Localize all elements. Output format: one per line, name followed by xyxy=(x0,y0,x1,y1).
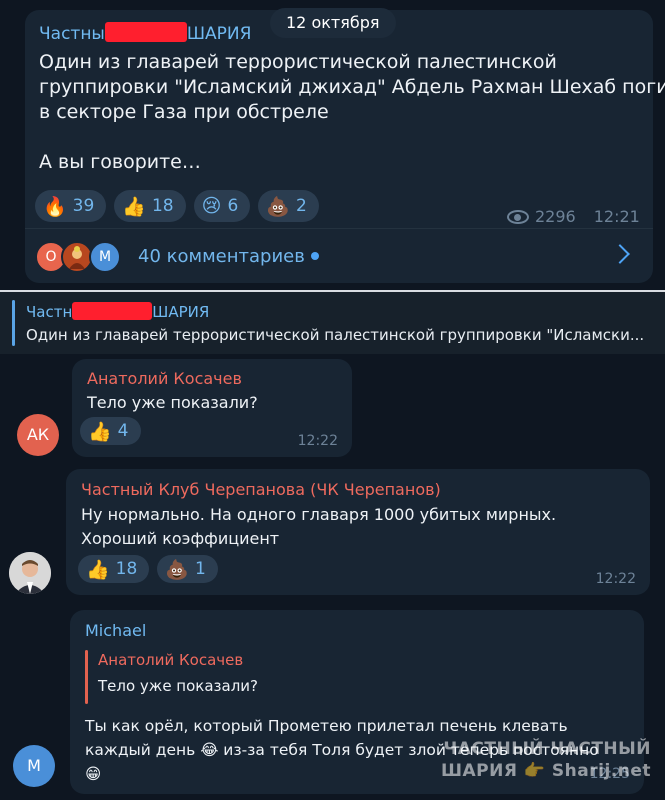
post-text-line: Один из главарей террористической палест… xyxy=(39,51,557,73)
channel-post: Частны ШАРИЯ Один из главарей террористич… xyxy=(25,10,665,283)
pinned-author-suffix: ШАРИЯ xyxy=(152,303,210,321)
comment-text: Ну нормально. На одного главаря 1000 уби… xyxy=(81,503,556,551)
post-text-line: группировки "Исламский джихад" Абдель Ра… xyxy=(39,76,665,98)
avatar[interactable]: АК xyxy=(17,414,59,456)
pinned-author-prefix: Частн xyxy=(26,303,73,321)
reaction-poo[interactable]: 💩 1 xyxy=(157,555,218,583)
reaction-count: 2 xyxy=(295,196,307,216)
comment-text: Тело уже показали? xyxy=(87,393,258,412)
pinned-text: Один из главарей террористической палест… xyxy=(26,326,645,344)
watermark-line: ЧАСТНЫЙ ЧАСТНЫЙ xyxy=(443,739,651,759)
comment-author[interactable]: Частный Клуб Черепанова (ЧК Черепанов) xyxy=(81,480,441,499)
reaction-count: 4 xyxy=(117,421,129,441)
thumbs-up-icon: 👍 xyxy=(122,195,146,218)
date-chip: 12 октября xyxy=(270,8,396,38)
reaction-count: 1 xyxy=(194,559,206,579)
comment-text-line: Ну нормально. На одного главаря 1000 уби… xyxy=(81,505,557,524)
poo-icon: 💩 xyxy=(266,195,290,218)
post-text: Один из главарей террористической палест… xyxy=(39,50,665,175)
chevron-right-icon[interactable] xyxy=(610,244,630,264)
comments-link[interactable]: О M 40 комментариев xyxy=(35,237,645,277)
poo-icon: 💩 xyxy=(165,558,189,581)
eye-icon xyxy=(507,209,529,224)
post-text-line: в секторе Газа при обстреле xyxy=(39,101,329,123)
reaction-thumbs-up[interactable]: 👍 18 xyxy=(114,190,186,222)
avatar: M xyxy=(89,241,121,273)
quote-accent-bar xyxy=(12,300,15,346)
reaction-fire[interactable]: 🔥 39 xyxy=(35,190,107,222)
comment-text-line: Ты как орёл, который Прометею прилетал п… xyxy=(85,717,568,735)
crying-face-icon: 😢 xyxy=(201,195,222,217)
comment-bubble: Анатолий Косачев Тело уже показали? 👍 4 … xyxy=(72,359,352,457)
redaction-mark xyxy=(104,22,187,42)
post-text-tail: А вы говорите… xyxy=(39,151,201,173)
post-author[interactable]: Частны ШАРИЯ xyxy=(39,22,251,44)
thumbs-up-icon: 👍 xyxy=(86,558,110,581)
post-meta: 2296 12:21 xyxy=(507,207,640,226)
comment-reactions: 👍 18 💩 1 xyxy=(78,555,218,583)
comment-bubble: Частный Клуб Черепанова (ЧК Черепанов) Н… xyxy=(66,469,650,595)
fire-icon: 🔥 xyxy=(43,195,67,218)
reaction-count: 6 xyxy=(227,196,239,216)
reaction-count: 18 xyxy=(151,196,174,216)
view-count: 2296 xyxy=(535,207,576,226)
reaction-poo[interactable]: 💩 2 xyxy=(258,190,319,222)
quote-author[interactable]: Анатолий Косачев xyxy=(98,651,243,669)
redaction-mark xyxy=(72,302,153,320)
comment-author[interactable]: Анатолий Косачев xyxy=(87,369,242,388)
avatar[interactable] xyxy=(9,552,51,594)
avatar[interactable]: M xyxy=(13,745,55,787)
comments-count-text: 40 комментариев xyxy=(138,246,305,267)
thumbs-up-icon: 👍 xyxy=(88,420,112,443)
unread-dot xyxy=(310,252,319,260)
comments-count-label: 40 комментариев xyxy=(138,246,319,267)
comment-text-line: Хороший коэффициент xyxy=(81,529,280,548)
divider xyxy=(25,228,653,229)
reaction-thumbs-up[interactable]: 👍 4 xyxy=(80,417,141,445)
watermark-line: ШАРИЯ 👉 Sharij.net xyxy=(440,761,651,781)
post-reactions: 🔥 39 👍 18 😢 6 💩 2 xyxy=(35,190,319,222)
watermark: ЧАСТНЫЙ ЧАСТНЫЙ ШАРИЯ 👉 Sharij.net xyxy=(441,738,651,782)
post-author-suffix: ШАРИЯ xyxy=(186,24,252,44)
reaction-count: 39 xyxy=(72,196,95,216)
quote-text: Тело уже показали? xyxy=(98,677,259,695)
post-time: 12:21 xyxy=(593,207,640,226)
pinned-author: Частн ШАРИЯ xyxy=(26,302,209,321)
comment-time: 12:22 xyxy=(595,571,636,587)
reaction-count: 18 xyxy=(115,559,138,579)
quote-accent-bar xyxy=(85,650,88,704)
comment-author[interactable]: Michael xyxy=(85,621,146,640)
comment-time: 12:22 xyxy=(297,433,338,449)
post-author-prefix: Частны xyxy=(39,24,105,44)
reaction-crying[interactable]: 😢 6 xyxy=(193,190,251,222)
reaction-thumbs-up[interactable]: 👍 18 xyxy=(78,555,150,583)
